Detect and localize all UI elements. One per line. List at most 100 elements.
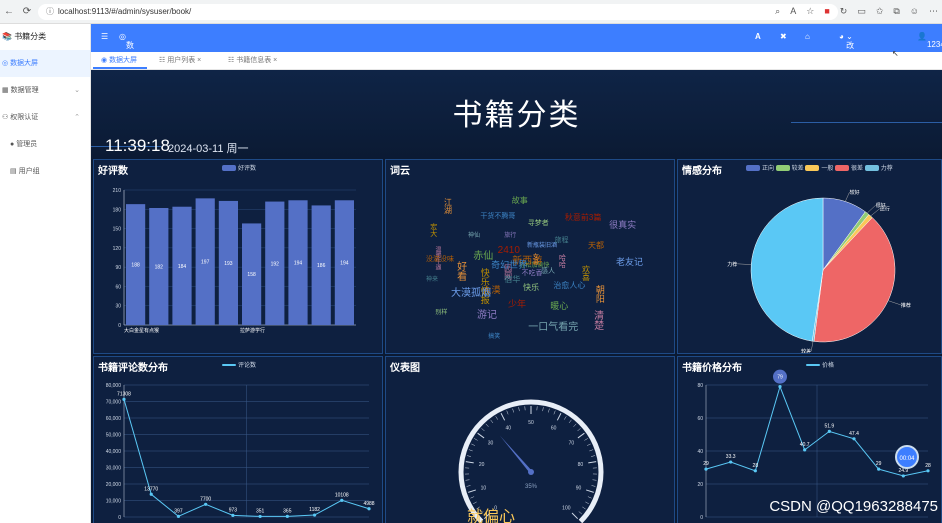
sidebar-item-usergroup[interactable]: ▤ 用户组 bbox=[0, 158, 90, 185]
address-bar[interactable]: ⓘ localhost:9113/#/admin/sysuser/book/ bbox=[38, 4, 838, 20]
more-icon[interactable]: ⋯ bbox=[929, 6, 938, 17]
bar-value-label: 192 bbox=[271, 261, 280, 267]
word: 大漠孤烟 bbox=[450, 287, 491, 299]
gauge-tick bbox=[468, 489, 476, 493]
max-marker-label: 79 bbox=[777, 375, 783, 381]
y-tick-label: 210 bbox=[113, 188, 122, 194]
users-icon: ⚇ bbox=[2, 114, 9, 121]
zoom-icon[interactable]: ⌕ bbox=[775, 6, 780, 17]
watermark: CSDN @QQ1963288475 bbox=[769, 498, 938, 515]
data-point bbox=[231, 513, 235, 517]
data-label: 7700 bbox=[200, 496, 211, 502]
theme-button[interactable]: ◕ 改变主题 ⌄ bbox=[839, 32, 854, 83]
panel-sentiment: 情感分布 正向 较差 一般 很差 力荐 较好 很好 还行 推荐 较差 力荐 bbox=[677, 159, 942, 354]
refresh-ext-icon[interactable]: ↻ bbox=[840, 6, 848, 17]
gauge-tick bbox=[465, 479, 470, 481]
gauge-tick bbox=[571, 512, 579, 520]
pie-slice bbox=[750, 197, 824, 342]
gauge-tick-label: 80 bbox=[578, 462, 584, 468]
font-size-button[interactable]: A bbox=[755, 32, 761, 41]
extension-icon[interactable]: ■ bbox=[824, 6, 829, 17]
url-text: localhost:9113/#/admin/sysuser/book/ bbox=[58, 7, 192, 16]
fullscreen-icon[interactable]: ✖ bbox=[780, 32, 787, 41]
sidebar-item-auth[interactable]: ⚇ 权限认证 ⌃ bbox=[0, 104, 90, 131]
word: 旅行 bbox=[504, 233, 517, 240]
word: 游记 bbox=[477, 310, 498, 322]
split-icon[interactable]: ▭ bbox=[857, 6, 866, 17]
label-leader bbox=[888, 300, 901, 306]
label-leader bbox=[737, 263, 752, 265]
gauge-tick-label: 20 bbox=[479, 462, 485, 468]
tab-dashboard[interactable]: ◉ 数据大屏 bbox=[101, 55, 137, 65]
gauge-tick bbox=[466, 485, 471, 487]
sidebar-brand: 📚 书籍分类 bbox=[2, 32, 47, 41]
data-label: 973 bbox=[229, 507, 238, 513]
word: 朝阳 bbox=[594, 284, 605, 303]
gauge-tick bbox=[586, 443, 591, 446]
gauge-tick-label: 90 bbox=[576, 485, 582, 491]
dashboard-screen: 书籍分类 11:39:18 2024-03-11 周一 好评数 好评数 0 30 6… bbox=[91, 70, 942, 523]
clock-time: 11:39:18 bbox=[105, 136, 170, 155]
y-tick-label: 150 bbox=[113, 227, 122, 233]
y-tick-label: 40 bbox=[697, 449, 703, 455]
tab-user-list[interactable]: ☷ 用户列表 × bbox=[159, 55, 201, 65]
panel-wordcloud: 词云 轻松加愉快 园网 新西游 不吃香 奇幻世界 女帝 宿华 2410 感人 快乐情报 新瓶装旧酒快… bbox=[385, 159, 675, 354]
home-icon[interactable]: ⌂ bbox=[805, 32, 810, 41]
word: 暖心 bbox=[550, 301, 569, 312]
chevron-up-icon: ⌃ bbox=[74, 114, 80, 121]
float-button[interactable]: 00:04 bbox=[895, 445, 919, 469]
reload-icon[interactable]: ⟳ bbox=[18, 6, 36, 17]
data-label: 351 bbox=[256, 508, 265, 514]
gauge-tick-label: 70 bbox=[569, 441, 575, 447]
sidebar-item-dashboard[interactable]: ◎ 数据大屏 bbox=[0, 50, 90, 77]
favorites-icon[interactable]: ✩ bbox=[876, 6, 884, 17]
word: 神来 bbox=[426, 277, 439, 283]
word: 没滋没味 bbox=[426, 255, 454, 263]
data-point bbox=[729, 460, 733, 464]
data-label: 13770 bbox=[144, 486, 158, 492]
data-point bbox=[312, 513, 317, 517]
slice-label: 推荐 bbox=[901, 302, 911, 309]
label-leader bbox=[810, 341, 814, 352]
collections-icon[interactable]: ⧉ bbox=[893, 6, 899, 17]
word: 干货不腾哥 bbox=[480, 213, 516, 221]
y-tick-label: 0 bbox=[118, 323, 121, 329]
read-aloud-icon[interactable]: A bbox=[790, 6, 796, 17]
gauge-tick-label: 40 bbox=[506, 425, 512, 431]
gauge-tick bbox=[518, 407, 520, 412]
word: 好看 bbox=[454, 261, 466, 282]
profile-icon[interactable]: ☺ bbox=[910, 6, 919, 17]
tab-book-info[interactable]: ☷ 书籍信息表 × bbox=[228, 55, 277, 65]
favorite-icon[interactable]: ☆ bbox=[806, 6, 814, 17]
bar-value-label: 194 bbox=[340, 261, 349, 267]
x-tick-label: 大白金星有点猴 bbox=[124, 327, 159, 334]
bar-value-label: 158 bbox=[247, 272, 256, 278]
gauge-tick-label: 30 bbox=[488, 441, 494, 447]
word: 宏大 bbox=[429, 223, 437, 238]
sidebar-item-label: 用户组 bbox=[18, 168, 40, 175]
sidebar-item-label: 权限认证 bbox=[10, 114, 39, 121]
y-tick-label: 180 bbox=[113, 207, 122, 213]
sidebar: 📚 书籍分类 ◎ 数据大屏 ▦ 数据管理 ⌄ ⚇ 权限认证 ⌃ ● 管理员 ▤ 用户… bbox=[0, 24, 91, 523]
y-tick-label: 70,000 bbox=[106, 400, 122, 406]
pie-chart: 较好很好还行推荐较差力荐 bbox=[727, 189, 911, 353]
gauge-tick bbox=[577, 432, 585, 439]
data-label: 10108 bbox=[335, 492, 349, 498]
nav-title: ◎数据大屏 bbox=[119, 32, 134, 83]
gauge-chart: 010203040506070809010035%就偏心 bbox=[458, 399, 604, 523]
tab-bar: ◉ 数据大屏 ☷ 用户列表 × ☷ 书籍信息表 × bbox=[91, 52, 942, 70]
sidebar-item-admin[interactable]: ● 管理员 bbox=[0, 131, 90, 158]
back-icon[interactable]: ← bbox=[0, 6, 18, 17]
sidebar-item-data[interactable]: ▦ 数据管理 ⌄ bbox=[0, 77, 90, 104]
menu-toggle-icon[interactable]: ☰ bbox=[101, 32, 108, 41]
bar-value-label: 188 bbox=[131, 263, 140, 269]
bar-value-label: 197 bbox=[201, 260, 210, 266]
data-label: 1182 bbox=[309, 507, 320, 513]
data-label: 71308 bbox=[117, 391, 131, 397]
y-tick-label: 90 bbox=[115, 265, 121, 271]
y-tick-label: 20,000 bbox=[106, 482, 122, 488]
user-menu[interactable]: 👤1234 bbox=[917, 32, 942, 49]
gauge-tick-label: 10 bbox=[481, 485, 487, 491]
data-point bbox=[258, 514, 262, 519]
data-label: 4988 bbox=[363, 501, 374, 507]
